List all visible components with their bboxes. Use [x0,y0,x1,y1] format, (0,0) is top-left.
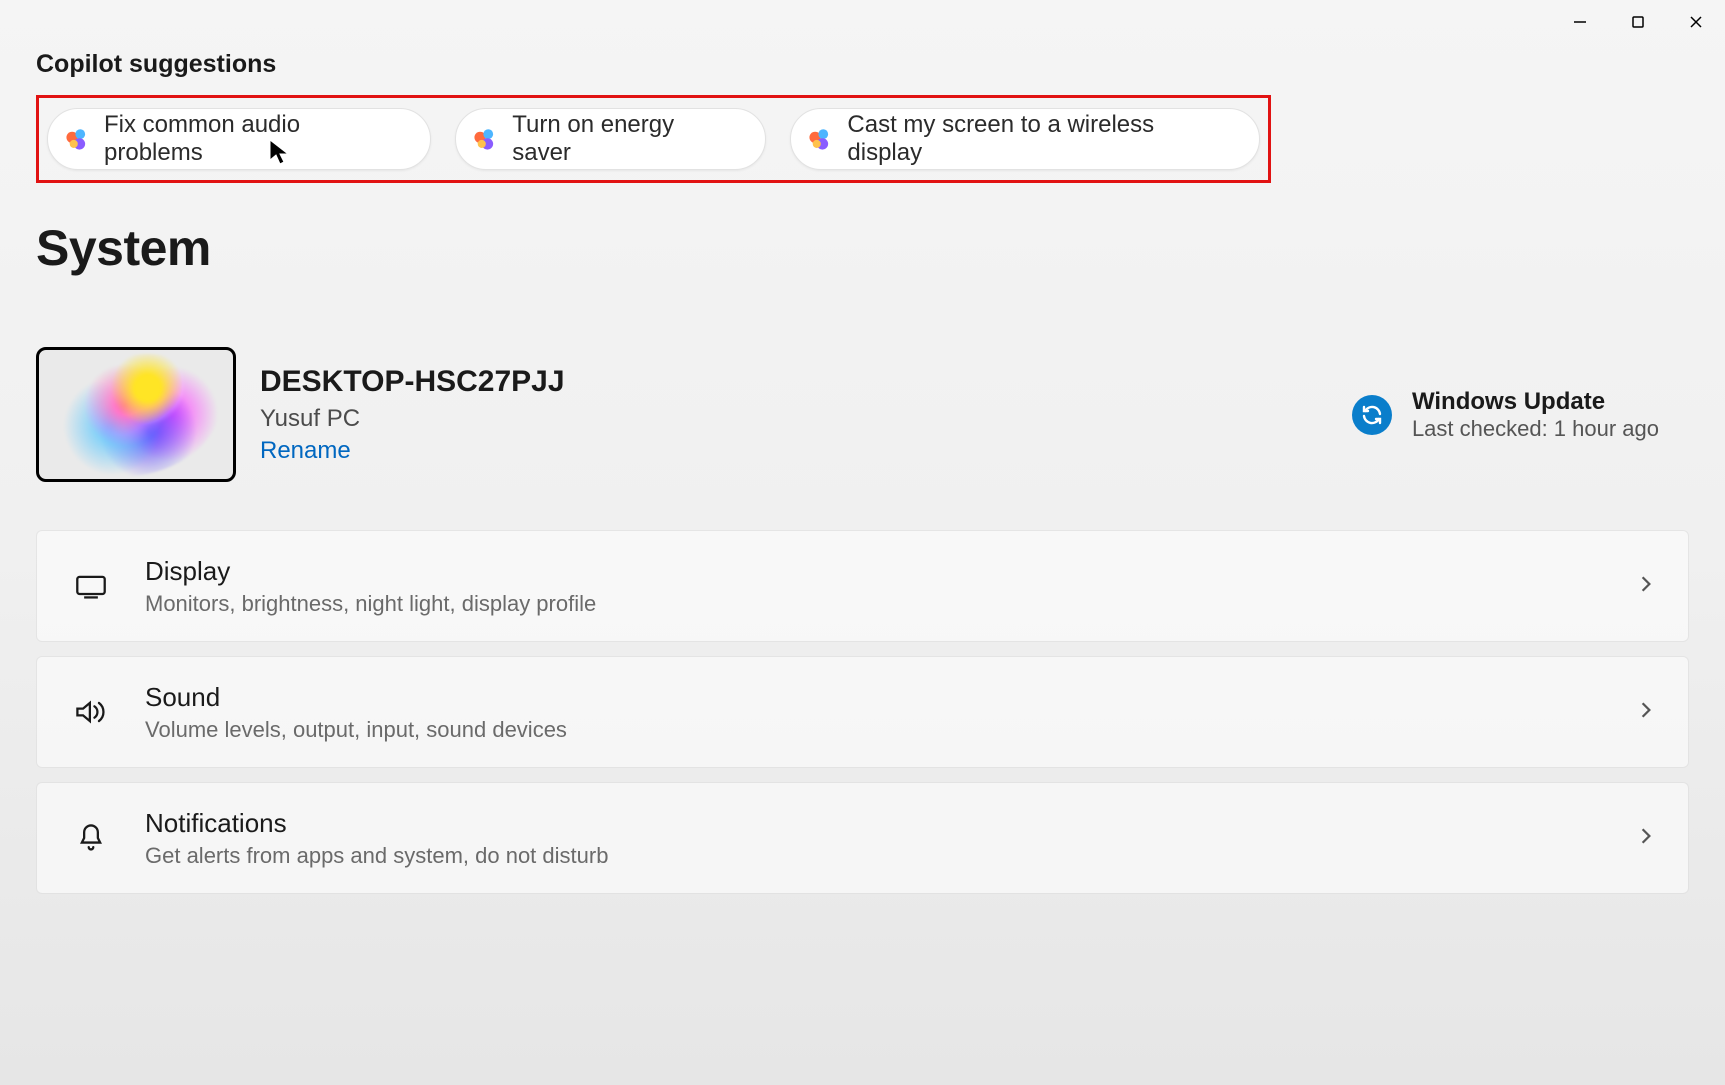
copilot-chip-label: Turn on energy saver [512,111,735,167]
copilot-icon [807,126,833,152]
sound-icon [73,698,109,726]
settings-item-notifications[interactable]: Notifications Get alerts from apps and s… [36,782,1689,894]
display-icon [73,573,109,599]
copilot-chip-cast[interactable]: Cast my screen to a wireless display [790,108,1260,170]
chevron-right-icon [1640,825,1652,851]
windows-update-block[interactable]: Windows Update Last checked: 1 hour ago [1352,388,1659,442]
settings-item-sound[interactable]: Sound Volume levels, output, input, soun… [36,656,1689,768]
maximize-button[interactable] [1609,0,1667,44]
refresh-icon [1352,395,1392,435]
copilot-chip-label: Fix common audio problems [104,111,400,167]
device-name: DESKTOP-HSC27PJJ [260,365,565,399]
rename-link[interactable]: Rename [260,437,565,465]
chevron-right-icon [1640,699,1652,725]
device-summary-row: DESKTOP-HSC27PJJ Yusuf PC Rename Windows… [36,347,1689,482]
settings-item-title: Display [145,556,1640,587]
copilot-suggestions-highlight: Fix common audio problems Turn on energy… [36,95,1271,183]
minimize-button[interactable] [1551,0,1609,44]
windows-update-title: Windows Update [1412,388,1659,416]
settings-list: Display Monitors, brightness, night ligh… [36,530,1689,894]
copilot-chip-label: Cast my screen to a wireless display [847,111,1229,167]
settings-item-title: Sound [145,682,1640,713]
wallpaper-swirl [40,347,231,482]
settings-item-desc: Get alerts from apps and system, do not … [145,843,1640,869]
close-button[interactable] [1667,0,1725,44]
copilot-icon [64,126,90,152]
page-title: System [36,219,1689,277]
settings-item-desc: Monitors, brightness, night light, displ… [145,591,1640,617]
bell-icon [73,822,109,854]
copilot-icon [472,126,498,152]
copilot-chip-audio[interactable]: Fix common audio problems [47,108,431,170]
copilot-chip-energy[interactable]: Turn on energy saver [455,108,766,170]
windows-update-sub: Last checked: 1 hour ago [1412,416,1659,442]
copilot-suggestions-heading: Copilot suggestions [36,50,1689,79]
wallpaper-thumbnail[interactable] [36,347,236,482]
settings-item-desc: Volume levels, output, input, sound devi… [145,717,1640,743]
window-controls [1551,0,1725,44]
chevron-right-icon [1640,573,1652,599]
settings-item-title: Notifications [145,808,1640,839]
settings-item-display[interactable]: Display Monitors, brightness, night ligh… [36,530,1689,642]
device-alias: Yusuf PC [260,405,565,433]
